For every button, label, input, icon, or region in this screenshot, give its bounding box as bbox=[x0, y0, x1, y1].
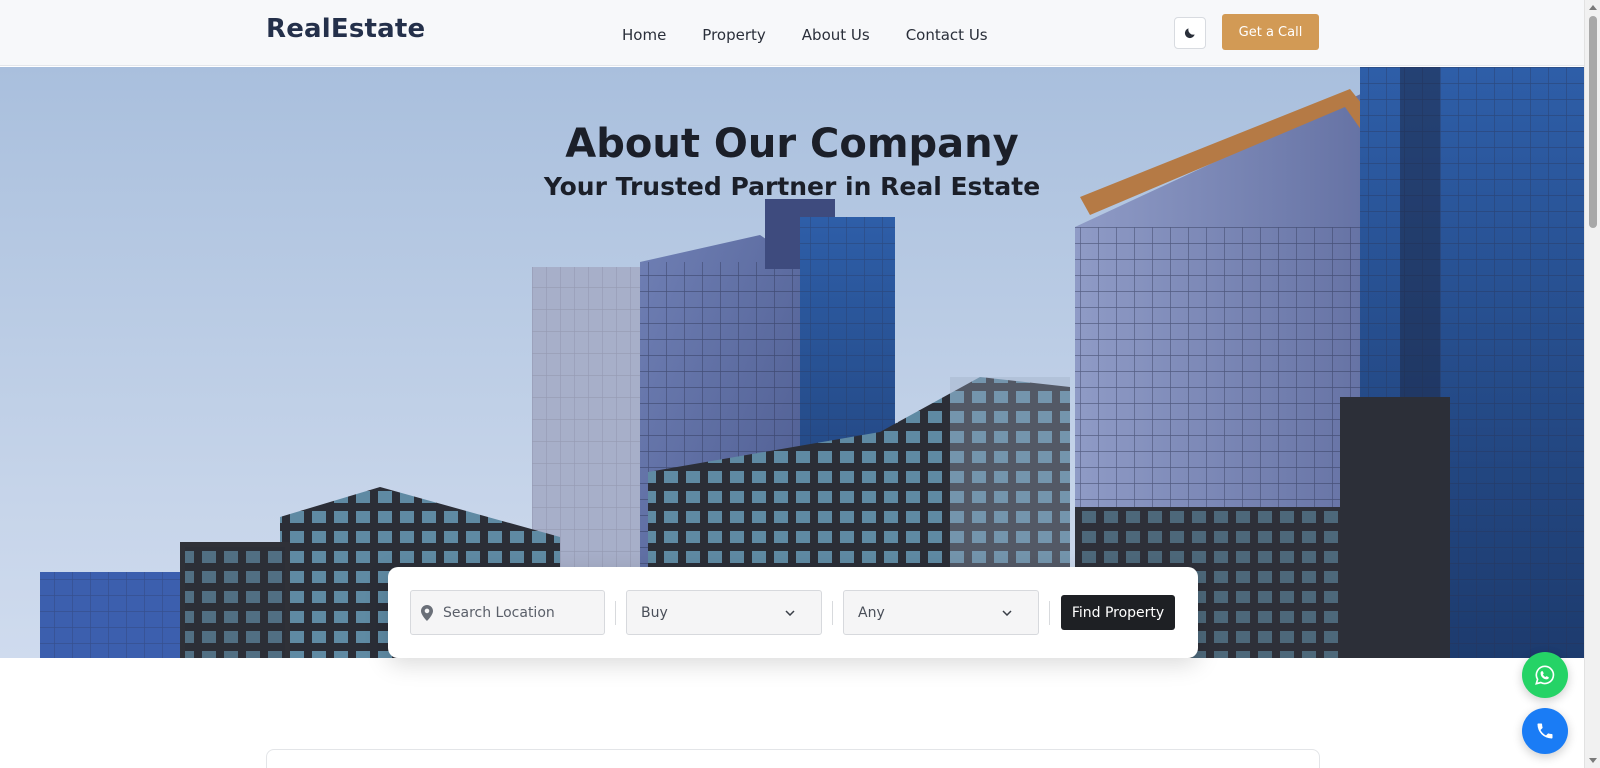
theme-toggle-button[interactable] bbox=[1174, 17, 1206, 49]
page-scrollbar[interactable] bbox=[1584, 0, 1600, 768]
hero-subtitle: Your Trusted Partner in Real Estate bbox=[543, 172, 1041, 201]
content-card bbox=[266, 749, 1320, 768]
nav-link-about-us[interactable]: About Us bbox=[802, 26, 870, 44]
chevron-down-icon bbox=[785, 609, 795, 616]
map-pin-icon bbox=[421, 604, 433, 621]
property-search-card: Buy Any Find Property bbox=[388, 567, 1198, 658]
scroll-down-arrow[interactable] bbox=[1589, 758, 1597, 763]
whatsapp-icon bbox=[1535, 665, 1555, 685]
nav-link-property[interactable]: Property bbox=[702, 26, 765, 44]
scroll-up-arrow[interactable] bbox=[1589, 5, 1597, 10]
find-property-button[interactable]: Find Property bbox=[1061, 595, 1175, 630]
phone-call-button[interactable] bbox=[1522, 708, 1568, 754]
divider bbox=[615, 601, 616, 625]
hero-title: About Our Company bbox=[565, 121, 1019, 167]
nav-link-home[interactable]: Home bbox=[622, 26, 666, 44]
scrollbar-thumb[interactable] bbox=[1589, 16, 1597, 228]
listing-type-select[interactable]: Buy bbox=[626, 590, 822, 635]
get-a-call-button[interactable]: Get a Call bbox=[1222, 14, 1319, 50]
divider bbox=[1049, 601, 1050, 625]
moon-icon bbox=[1184, 28, 1195, 39]
nav-link-contact-us[interactable]: Contact Us bbox=[906, 26, 988, 44]
divider bbox=[832, 601, 833, 625]
chevron-down-icon bbox=[1002, 609, 1012, 616]
listing-type-value: Buy bbox=[641, 604, 668, 621]
site-logo[interactable]: RealEstate bbox=[266, 14, 425, 44]
whatsapp-button[interactable] bbox=[1522, 652, 1568, 698]
search-location-input[interactable] bbox=[443, 604, 593, 621]
navbar: RealEstate Home Property About Us Contac… bbox=[0, 0, 1584, 66]
price-range-value: Any bbox=[858, 604, 885, 621]
main-nav: Home Property About Us Contact Us bbox=[622, 26, 1024, 44]
phone-icon bbox=[1537, 723, 1553, 739]
price-range-select[interactable]: Any bbox=[843, 590, 1039, 635]
location-field[interactable] bbox=[410, 590, 605, 635]
